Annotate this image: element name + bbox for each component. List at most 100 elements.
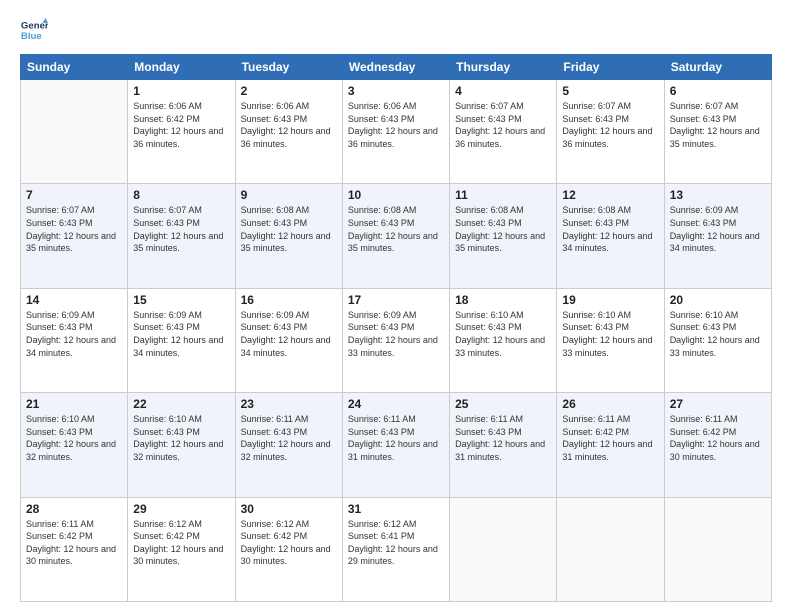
calendar-cell: 1 Sunrise: 6:06 AMSunset: 6:42 PMDayligh…: [128, 80, 235, 184]
day-info: Sunrise: 6:10 AMSunset: 6:43 PMDaylight:…: [562, 310, 652, 358]
day-info: Sunrise: 6:12 AMSunset: 6:41 PMDaylight:…: [348, 519, 438, 567]
calendar-week-row: 21 Sunrise: 6:10 AMSunset: 6:43 PMDaylig…: [21, 393, 772, 497]
calendar-cell: 28 Sunrise: 6:11 AMSunset: 6:42 PMDaylig…: [21, 497, 128, 601]
calendar-cell: [21, 80, 128, 184]
calendar-cell: 15 Sunrise: 6:09 AMSunset: 6:43 PMDaylig…: [128, 288, 235, 392]
day-info: Sunrise: 6:10 AMSunset: 6:43 PMDaylight:…: [26, 414, 116, 462]
weekday-monday: Monday: [128, 55, 235, 80]
calendar-cell: 14 Sunrise: 6:09 AMSunset: 6:43 PMDaylig…: [21, 288, 128, 392]
day-info: Sunrise: 6:07 AMSunset: 6:43 PMDaylight:…: [670, 101, 760, 149]
calendar-cell: 11 Sunrise: 6:08 AMSunset: 6:43 PMDaylig…: [450, 184, 557, 288]
day-number: 26: [562, 397, 658, 411]
calendar-cell: [664, 497, 771, 601]
day-number: 2: [241, 84, 337, 98]
day-info: Sunrise: 6:10 AMSunset: 6:43 PMDaylight:…: [455, 310, 545, 358]
day-info: Sunrise: 6:08 AMSunset: 6:43 PMDaylight:…: [455, 205, 545, 253]
header: General Blue: [20, 16, 772, 44]
day-info: Sunrise: 6:07 AMSunset: 6:43 PMDaylight:…: [133, 205, 223, 253]
calendar-cell: 2 Sunrise: 6:06 AMSunset: 6:43 PMDayligh…: [235, 80, 342, 184]
day-number: 5: [562, 84, 658, 98]
day-number: 6: [670, 84, 766, 98]
calendar-cell: 21 Sunrise: 6:10 AMSunset: 6:43 PMDaylig…: [21, 393, 128, 497]
svg-text:Blue: Blue: [21, 31, 42, 42]
day-info: Sunrise: 6:09 AMSunset: 6:43 PMDaylight:…: [241, 310, 331, 358]
day-info: Sunrise: 6:10 AMSunset: 6:43 PMDaylight:…: [670, 310, 760, 358]
calendar-cell: 3 Sunrise: 6:06 AMSunset: 6:43 PMDayligh…: [342, 80, 449, 184]
day-info: Sunrise: 6:11 AMSunset: 6:43 PMDaylight:…: [455, 414, 545, 462]
calendar-cell: 26 Sunrise: 6:11 AMSunset: 6:42 PMDaylig…: [557, 393, 664, 497]
weekday-thursday: Thursday: [450, 55, 557, 80]
day-number: 31: [348, 502, 444, 516]
day-info: Sunrise: 6:11 AMSunset: 6:43 PMDaylight:…: [348, 414, 438, 462]
day-info: Sunrise: 6:08 AMSunset: 6:43 PMDaylight:…: [562, 205, 652, 253]
calendar-cell: 24 Sunrise: 6:11 AMSunset: 6:43 PMDaylig…: [342, 393, 449, 497]
day-number: 4: [455, 84, 551, 98]
day-number: 8: [133, 188, 229, 202]
calendar-cell: 25 Sunrise: 6:11 AMSunset: 6:43 PMDaylig…: [450, 393, 557, 497]
calendar-cell: 22 Sunrise: 6:10 AMSunset: 6:43 PMDaylig…: [128, 393, 235, 497]
calendar-cell: 31 Sunrise: 6:12 AMSunset: 6:41 PMDaylig…: [342, 497, 449, 601]
day-number: 14: [26, 293, 122, 307]
day-number: 18: [455, 293, 551, 307]
day-number: 9: [241, 188, 337, 202]
calendar-cell: 20 Sunrise: 6:10 AMSunset: 6:43 PMDaylig…: [664, 288, 771, 392]
calendar-body: 1 Sunrise: 6:06 AMSunset: 6:42 PMDayligh…: [21, 80, 772, 602]
day-info: Sunrise: 6:11 AMSunset: 6:42 PMDaylight:…: [26, 519, 116, 567]
day-number: 30: [241, 502, 337, 516]
calendar-cell: 30 Sunrise: 6:12 AMSunset: 6:42 PMDaylig…: [235, 497, 342, 601]
calendar-cell: 5 Sunrise: 6:07 AMSunset: 6:43 PMDayligh…: [557, 80, 664, 184]
weekday-sunday: Sunday: [21, 55, 128, 80]
calendar-cell: 18 Sunrise: 6:10 AMSunset: 6:43 PMDaylig…: [450, 288, 557, 392]
day-number: 15: [133, 293, 229, 307]
day-info: Sunrise: 6:07 AMSunset: 6:43 PMDaylight:…: [26, 205, 116, 253]
day-info: Sunrise: 6:11 AMSunset: 6:43 PMDaylight:…: [241, 414, 331, 462]
calendar-cell: 16 Sunrise: 6:09 AMSunset: 6:43 PMDaylig…: [235, 288, 342, 392]
day-number: 20: [670, 293, 766, 307]
day-number: 10: [348, 188, 444, 202]
day-info: Sunrise: 6:06 AMSunset: 6:42 PMDaylight:…: [133, 101, 223, 149]
logo: General Blue: [20, 16, 48, 44]
calendar-week-row: 28 Sunrise: 6:11 AMSunset: 6:42 PMDaylig…: [21, 497, 772, 601]
day-info: Sunrise: 6:09 AMSunset: 6:43 PMDaylight:…: [133, 310, 223, 358]
weekday-tuesday: Tuesday: [235, 55, 342, 80]
calendar-cell: 6 Sunrise: 6:07 AMSunset: 6:43 PMDayligh…: [664, 80, 771, 184]
day-info: Sunrise: 6:06 AMSunset: 6:43 PMDaylight:…: [348, 101, 438, 149]
day-info: Sunrise: 6:07 AMSunset: 6:43 PMDaylight:…: [455, 101, 545, 149]
day-number: 27: [670, 397, 766, 411]
day-number: 11: [455, 188, 551, 202]
day-number: 17: [348, 293, 444, 307]
day-number: 7: [26, 188, 122, 202]
calendar-cell: 8 Sunrise: 6:07 AMSunset: 6:43 PMDayligh…: [128, 184, 235, 288]
day-info: Sunrise: 6:09 AMSunset: 6:43 PMDaylight:…: [26, 310, 116, 358]
calendar-cell: 10 Sunrise: 6:08 AMSunset: 6:43 PMDaylig…: [342, 184, 449, 288]
day-number: 22: [133, 397, 229, 411]
day-number: 23: [241, 397, 337, 411]
weekday-saturday: Saturday: [664, 55, 771, 80]
calendar-table: SundayMondayTuesdayWednesdayThursdayFrid…: [20, 54, 772, 602]
calendar-week-row: 7 Sunrise: 6:07 AMSunset: 6:43 PMDayligh…: [21, 184, 772, 288]
day-info: Sunrise: 6:09 AMSunset: 6:43 PMDaylight:…: [348, 310, 438, 358]
day-number: 28: [26, 502, 122, 516]
day-info: Sunrise: 6:06 AMSunset: 6:43 PMDaylight:…: [241, 101, 331, 149]
day-number: 29: [133, 502, 229, 516]
calendar-cell: 13 Sunrise: 6:09 AMSunset: 6:43 PMDaylig…: [664, 184, 771, 288]
calendar-week-row: 1 Sunrise: 6:06 AMSunset: 6:42 PMDayligh…: [21, 80, 772, 184]
day-number: 16: [241, 293, 337, 307]
day-number: 24: [348, 397, 444, 411]
day-number: 19: [562, 293, 658, 307]
weekday-header-row: SundayMondayTuesdayWednesdayThursdayFrid…: [21, 55, 772, 80]
day-info: Sunrise: 6:11 AMSunset: 6:42 PMDaylight:…: [670, 414, 760, 462]
weekday-friday: Friday: [557, 55, 664, 80]
calendar-cell: 12 Sunrise: 6:08 AMSunset: 6:43 PMDaylig…: [557, 184, 664, 288]
day-number: 1: [133, 84, 229, 98]
logo-icon: General Blue: [20, 16, 48, 44]
calendar-cell: 23 Sunrise: 6:11 AMSunset: 6:43 PMDaylig…: [235, 393, 342, 497]
calendar-cell: 4 Sunrise: 6:07 AMSunset: 6:43 PMDayligh…: [450, 80, 557, 184]
calendar-cell: 7 Sunrise: 6:07 AMSunset: 6:43 PMDayligh…: [21, 184, 128, 288]
calendar-cell: 29 Sunrise: 6:12 AMSunset: 6:42 PMDaylig…: [128, 497, 235, 601]
calendar-page: General Blue SundayMondayTuesdayWednesda…: [0, 0, 792, 612]
day-info: Sunrise: 6:11 AMSunset: 6:42 PMDaylight:…: [562, 414, 652, 462]
day-info: Sunrise: 6:08 AMSunset: 6:43 PMDaylight:…: [348, 205, 438, 253]
calendar-cell: 19 Sunrise: 6:10 AMSunset: 6:43 PMDaylig…: [557, 288, 664, 392]
calendar-week-row: 14 Sunrise: 6:09 AMSunset: 6:43 PMDaylig…: [21, 288, 772, 392]
